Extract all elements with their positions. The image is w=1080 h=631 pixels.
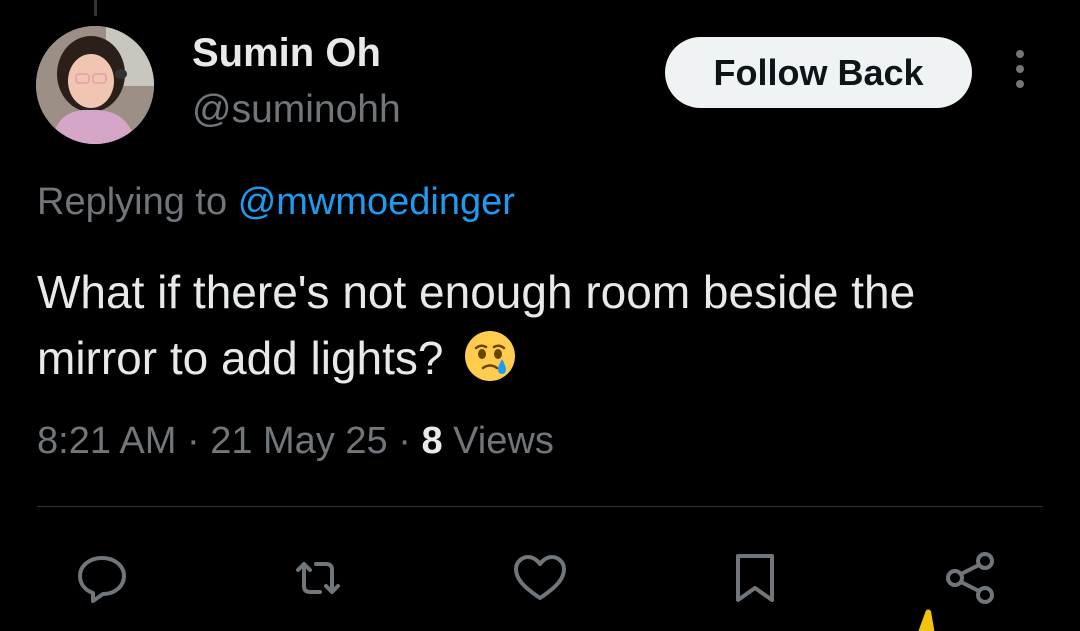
- like-button[interactable]: [510, 548, 570, 608]
- bookmark-button[interactable]: [725, 548, 785, 608]
- author-handle[interactable]: @suminohh: [192, 88, 401, 132]
- replying-to-label: Replying to: [37, 181, 228, 223]
- more-options-icon[interactable]: [1008, 50, 1032, 96]
- follow-back-button[interactable]: Follow Back: [665, 37, 972, 108]
- tweet-text: What if there's not enough room beside t…: [37, 259, 1047, 391]
- tweet-meta: 8:21 AM · 21 May 25 · 8 Views: [37, 420, 554, 463]
- face-holding-back-tears-icon: [465, 331, 516, 381]
- avatar[interactable]: [36, 26, 154, 144]
- reply-to-mention-link[interactable]: @mwmoedinger: [238, 181, 515, 223]
- heart-icon: [514, 555, 566, 600]
- tweet-detail: Sumin Oh @suminohh Follow Back Replying …: [0, 0, 1080, 631]
- speech-bubble-icon: [78, 556, 126, 603]
- retweet-button[interactable]: [288, 548, 348, 608]
- author-name[interactable]: Sumin Oh: [192, 31, 381, 76]
- avatar-image: [36, 26, 154, 144]
- bookmark-icon: [736, 554, 774, 602]
- touch-indicator-icon: [918, 609, 935, 631]
- divider: [37, 506, 1043, 507]
- meta-separator: ·: [186, 420, 200, 462]
- share-icon: [946, 552, 994, 604]
- tweet-time[interactable]: 8:21 AM: [37, 420, 176, 462]
- share-button[interactable]: [940, 548, 1000, 608]
- thread-connector-line: [94, 0, 97, 16]
- replying-to-line: Replying to @mwmoedinger: [37, 181, 515, 224]
- views-label[interactable]: Views: [453, 420, 554, 462]
- tweet-date[interactable]: 21 May 25: [210, 420, 387, 462]
- meta-separator: ·: [398, 420, 411, 462]
- retweet-icon: [296, 562, 340, 594]
- views-count[interactable]: 8: [421, 420, 442, 462]
- reply-button[interactable]: [72, 548, 132, 608]
